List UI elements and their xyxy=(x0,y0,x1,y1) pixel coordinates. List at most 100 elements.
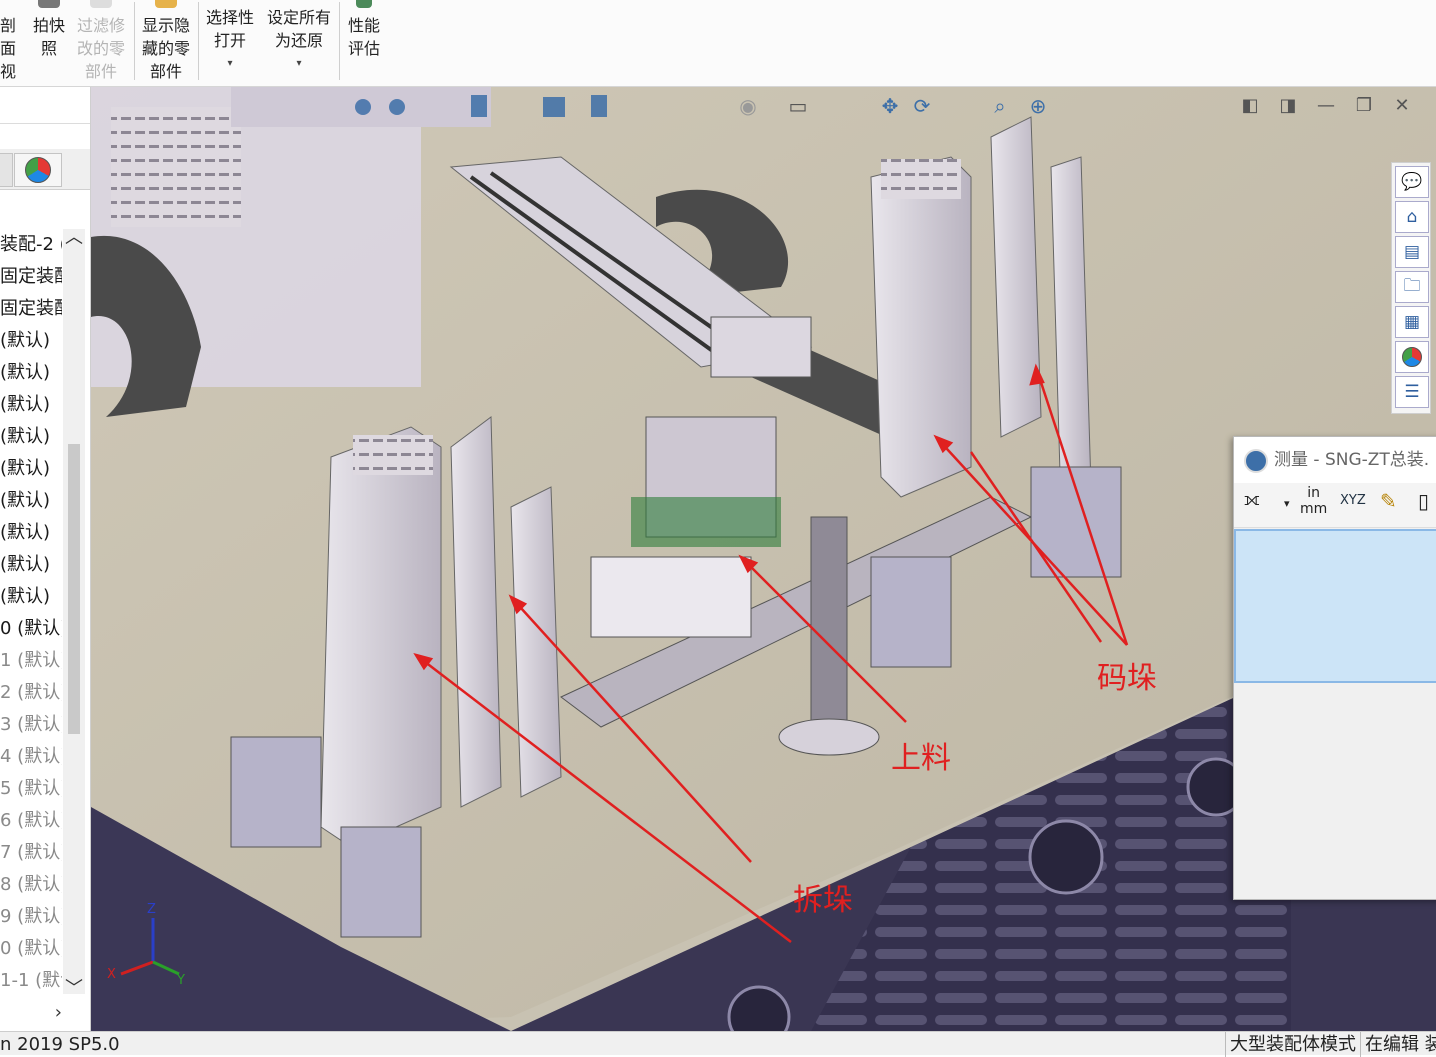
tree-header xyxy=(0,87,90,124)
set-all-restore-button[interactable]: 设定所有 为还原 ▾ xyxy=(263,6,335,70)
filter-label-2: 改的零 xyxy=(76,39,125,58)
tree-item[interactable]: (默认) xyxy=(0,389,62,421)
tree-item[interactable]: 固定装配 xyxy=(0,293,62,325)
section-view-label-1: 剖面 xyxy=(0,16,17,58)
status-version: n 2019 SP5.0 xyxy=(0,1034,120,1055)
set-all-restore-label-2: 为还原 xyxy=(274,31,323,50)
measure-toolbar: ⟗ ▾ in mm XYZ ✎ ▯ xyxy=(1234,483,1436,528)
tab-display-manager[interactable] xyxy=(14,153,62,187)
performance-evaluation-button[interactable]: 性能 评估 xyxy=(344,0,384,60)
tree-item[interactable]: 3 (默认) xyxy=(0,709,62,741)
appearances-icon[interactable] xyxy=(1395,341,1429,373)
scrollbar-thumb[interactable] xyxy=(68,444,80,734)
scroll-right-icon[interactable]: › xyxy=(0,1002,62,1024)
tree-item[interactable]: 7 (默认) xyxy=(0,837,62,869)
tree-item[interactable]: 固定装配 xyxy=(0,261,62,293)
chevron-down-icon[interactable]: ▾ xyxy=(1284,497,1290,510)
tree-item[interactable]: 6 (默认) xyxy=(0,805,62,837)
file-explorer-icon[interactable]: 🗀 xyxy=(1395,271,1429,303)
tree-item[interactable]: 0 (默认) xyxy=(0,613,62,645)
tree-item[interactable]: 8 (默认) xyxy=(0,869,62,901)
snapshot-label-1: 拍快 xyxy=(32,16,65,35)
tree-item[interactable]: (默认) xyxy=(0,581,62,613)
performance-icon xyxy=(356,0,372,8)
tree-tab-bar xyxy=(0,149,90,190)
tree-item[interactable]: (默认) xyxy=(0,549,62,581)
zoom-to-area-icon[interactable]: ⌕ xyxy=(987,93,1013,119)
annotation-unstack-label: 拆垛 xyxy=(793,883,853,918)
measure-dialog: 测量 - SNG-ZT总装. ⟗ ▾ in mm XYZ ✎ ▯ xyxy=(1233,436,1436,900)
custom-properties-icon[interactable]: ☰ xyxy=(1395,376,1429,408)
tree-item[interactable]: 0 (默认) xyxy=(0,933,62,965)
filter-icon xyxy=(90,0,112,8)
arc-circle-measure-icon[interactable]: ⟗ xyxy=(1244,489,1260,510)
measure-icon xyxy=(1244,449,1268,473)
view-palette-icon[interactable]: ▦ xyxy=(1395,306,1429,338)
more-tools-icon[interactable]: ▯ xyxy=(1418,489,1429,513)
zoom-to-fit-icon[interactable]: ⊕ xyxy=(1025,93,1051,119)
point-to-point-icon[interactable]: ✎ xyxy=(1380,489,1397,513)
rotate-view-icon[interactable]: ⟳ xyxy=(909,93,935,119)
hide-show-icon[interactable]: ◉ xyxy=(735,93,761,119)
show-hidden-label-3: 部件 xyxy=(149,62,182,81)
xyz-measure-button[interactable]: XYZ xyxy=(1340,493,1366,508)
tile-right-icon[interactable]: ◨ xyxy=(1275,95,1301,119)
tab-feature-manager[interactable] xyxy=(0,153,13,187)
tree-item[interactable]: (默认) xyxy=(0,453,62,485)
selective-open-label-1: 选择性 xyxy=(205,8,254,27)
snapshot-label-2: 照 xyxy=(40,39,57,58)
chevron-down-icon[interactable]: ▾ xyxy=(263,58,335,70)
tree-item[interactable]: (默认) xyxy=(0,357,62,389)
resources-icon[interactable]: 💬 xyxy=(1395,166,1429,198)
snapshot-button[interactable]: 拍快 照 xyxy=(30,0,68,60)
pan-icon[interactable]: ✥ xyxy=(877,93,903,119)
tree-item[interactable]: (默认) xyxy=(0,421,62,453)
performance-label-1: 性能 xyxy=(347,16,380,35)
tree-item[interactable]: 4 (默认) xyxy=(0,741,62,773)
show-hidden-components-button[interactable]: 显示隐 藏的零 部件 xyxy=(138,0,194,83)
filter-label-3: 部件 xyxy=(84,62,117,81)
chevron-down-icon[interactable]: ▾ xyxy=(202,58,258,70)
ribbon-divider xyxy=(339,2,340,80)
close-icon[interactable]: ✕ xyxy=(1389,95,1415,119)
restore-icon[interactable]: ❐ xyxy=(1351,95,1377,119)
tree-item-list: 装配-2 (固定装配固定装配(默认)(默认)(默认)(默认)(默认)(默认)(默… xyxy=(0,229,62,997)
show-hidden-label-1: 显示隐 xyxy=(141,16,190,35)
tree-item[interactable]: 1-1 (默认 xyxy=(0,965,62,997)
triad-x-label: X xyxy=(107,967,116,982)
home-icon[interactable]: ⌂ xyxy=(1395,201,1429,233)
tile-left-icon[interactable]: ◧ xyxy=(1237,95,1263,119)
filter-modified-components-button[interactable]: 过滤修 改的零 部件 xyxy=(72,0,130,83)
tree-item[interactable]: 1 (默认) xyxy=(0,645,62,677)
tree-item[interactable]: (默认) xyxy=(0,485,62,517)
units-top-label: in xyxy=(1307,485,1321,501)
measure-title-bar[interactable]: 测量 - SNG-ZT总装. xyxy=(1234,437,1436,483)
tree-item[interactable]: (默认) xyxy=(0,517,62,549)
triad-z-label: Z xyxy=(147,902,156,917)
feature-manager-tree: 装配-2 (固定装配固定装配(默认)(默认)(默认)(默认)(默认)(默认)(默… xyxy=(0,87,91,1031)
tree-item[interactable]: 2 (默认) xyxy=(0,677,62,709)
tree-vertical-scrollbar[interactable]: ︿ ﹀ xyxy=(63,227,85,999)
display-style-icon[interactable]: ▭ xyxy=(785,93,811,119)
annotation-stack-label: 码垛 xyxy=(1097,661,1157,696)
task-pane-tabs: 💬 ⌂ ▤ 🗀 ▦ ☰ xyxy=(1391,162,1431,414)
scroll-down-icon[interactable]: ﹀ xyxy=(63,974,85,1000)
tree-item[interactable]: 5 (默认) xyxy=(0,773,62,805)
measure-results-box[interactable] xyxy=(1234,529,1436,683)
minimize-icon[interactable]: — xyxy=(1313,95,1339,119)
set-all-restore-label-1: 设定所有 xyxy=(266,8,331,27)
scroll-up-icon[interactable]: ︿ xyxy=(63,223,85,249)
tree-item[interactable]: (默认) xyxy=(0,325,62,357)
show-hidden-icon xyxy=(155,0,177,8)
ribbon-toolbar: 剖面 视图 拍快 照 过滤修 改的零 部件 显示隐 藏的零 部件 选择性 打开 … xyxy=(0,0,1436,104)
status-editing: 在编辑 装 xyxy=(1360,1032,1436,1057)
units-button[interactable]: in mm xyxy=(1300,485,1327,517)
tree-item[interactable]: 装配-2 ( xyxy=(0,229,62,261)
ribbon-divider xyxy=(198,2,199,80)
tree-item[interactable]: 9 (默认) xyxy=(0,901,62,933)
camera-icon xyxy=(38,0,60,8)
design-library-icon[interactable]: ▤ xyxy=(1395,236,1429,268)
selective-open-button[interactable]: 选择性 打开 ▾ xyxy=(202,6,258,70)
annotation-load-label: 上料 xyxy=(891,741,951,776)
ribbon-divider xyxy=(134,2,135,80)
